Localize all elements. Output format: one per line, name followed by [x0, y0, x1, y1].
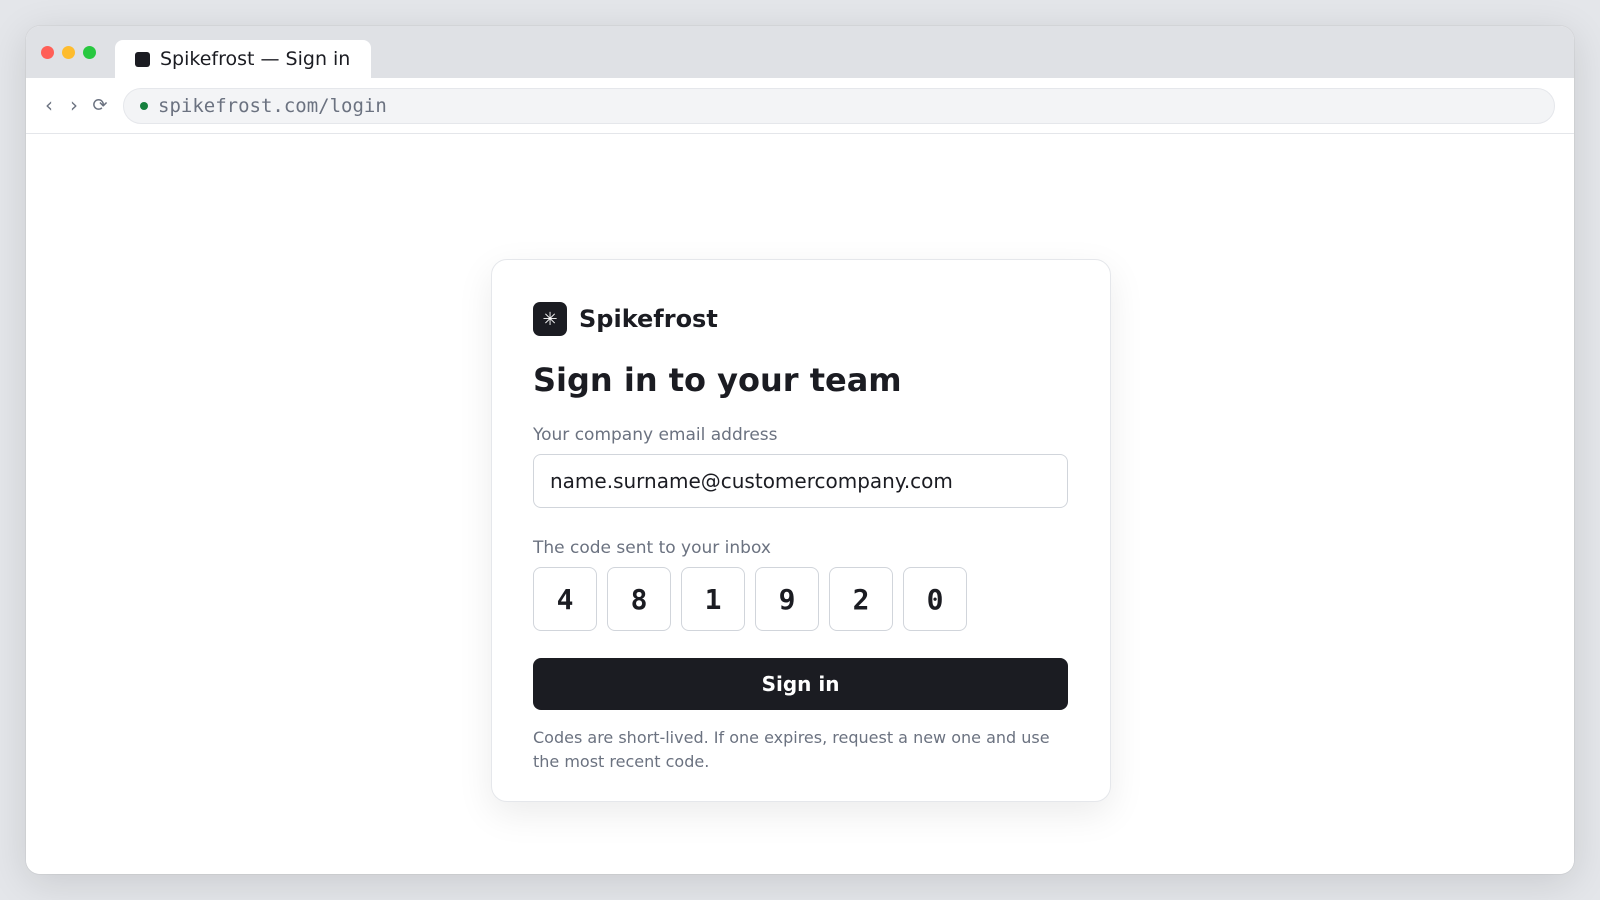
brand: ✳ Spikefrost [533, 302, 1069, 336]
page-title: Sign in to your team [533, 361, 902, 399]
code-digit-1[interactable]: 4 [533, 567, 597, 631]
code-digit-2[interactable]: 8 [607, 567, 671, 631]
maximize-window-button[interactable] [83, 46, 96, 59]
forward-icon[interactable]: › [63, 92, 85, 118]
verification-code-input: 4 8 1 9 2 0 [533, 567, 1069, 631]
code-digit-4[interactable]: 9 [755, 567, 819, 631]
code-digit-3[interactable]: 1 [681, 567, 745, 631]
page-content: ✳ Spikefrost Sign in to your team Your c… [26, 134, 1574, 874]
code-digit-5[interactable]: 2 [829, 567, 893, 631]
address-url[interactable]: spikefrost.com/login [158, 95, 387, 117]
brand-name: Spikefrost [579, 305, 718, 333]
tab-title: Spikefrost — Sign in [160, 48, 351, 70]
browser-tab[interactable]: Spikefrost — Sign in [115, 40, 371, 78]
secure-connection-icon [140, 102, 148, 110]
browser-window: Spikefrost — Sign in ‹ › ⟳ spikefrost.co… [26, 26, 1574, 874]
sign-in-card: ✳ Spikefrost Sign in to your team Your c… [491, 259, 1111, 802]
code-label: The code sent to your inbox [533, 538, 771, 558]
address-bar[interactable]: spikefrost.com/login [123, 88, 1555, 124]
sign-in-button[interactable]: Sign in [533, 658, 1068, 710]
email-field[interactable] [533, 454, 1068, 508]
close-window-button[interactable] [41, 46, 54, 59]
code-expiry-note: Codes are short-lived. If one expires, r… [533, 728, 1050, 771]
favicon-icon [135, 51, 150, 67]
reload-icon[interactable]: ⟳ [89, 92, 111, 118]
browser-toolbar: ‹ › ⟳ spikefrost.com/login [26, 78, 1574, 134]
back-icon[interactable]: ‹ [38, 92, 60, 118]
title-bar: Spikefrost — Sign in [26, 26, 1574, 78]
minimize-window-button[interactable] [62, 46, 75, 59]
code-digit-6[interactable]: 0 [903, 567, 967, 631]
brand-logo-icon: ✳ [533, 302, 567, 336]
email-label: Your company email address [533, 425, 778, 445]
